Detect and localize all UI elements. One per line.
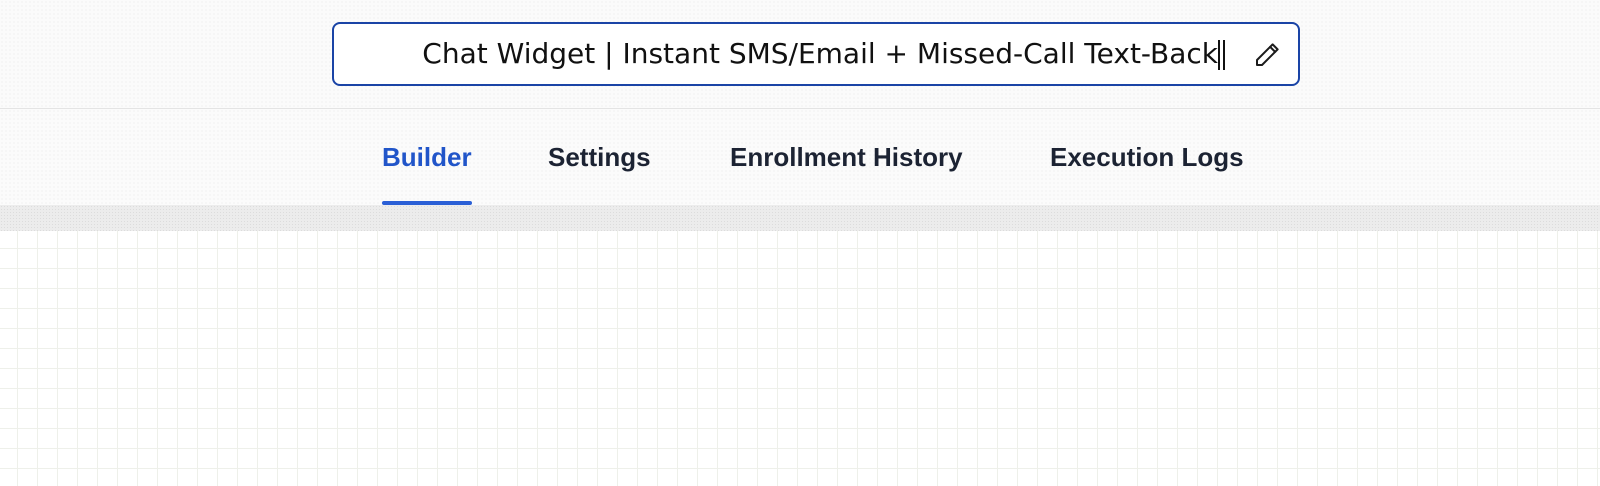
text-cursor — [1218, 40, 1220, 70]
tab-builder[interactable]: Builder — [382, 109, 472, 205]
workflow-title-text[interactable]: Chat Widget | Instant SMS/Email + Missed… — [422, 24, 1218, 84]
workflow-editor: Chat Widget | Instant SMS/Email + Missed… — [0, 0, 1600, 486]
header-bar: Chat Widget | Instant SMS/Email + Missed… — [0, 0, 1600, 109]
toolbar-separator — [0, 205, 1600, 231]
tabs-bar: Builder Settings Enrollment History Exec… — [0, 109, 1600, 205]
tab-builder-label: Builder — [382, 142, 472, 172]
tab-enrollment-history[interactable]: Enrollment History — [730, 109, 963, 205]
workflow-title-field[interactable]: Chat Widget | Instant SMS/Email + Missed… — [332, 22, 1300, 86]
tab-execution-logs[interactable]: Execution Logs — [1050, 109, 1244, 205]
edit-title-button[interactable] — [1250, 38, 1284, 72]
builder-canvas[interactable] — [0, 231, 1600, 486]
pencil-icon — [1256, 43, 1279, 66]
tab-execution-logs-label: Execution Logs — [1050, 142, 1244, 172]
text-cursor-secondary — [1223, 40, 1225, 70]
tab-enrollment-history-label: Enrollment History — [730, 142, 963, 172]
tab-settings-label: Settings — [548, 142, 651, 172]
tab-settings[interactable]: Settings — [548, 109, 651, 205]
